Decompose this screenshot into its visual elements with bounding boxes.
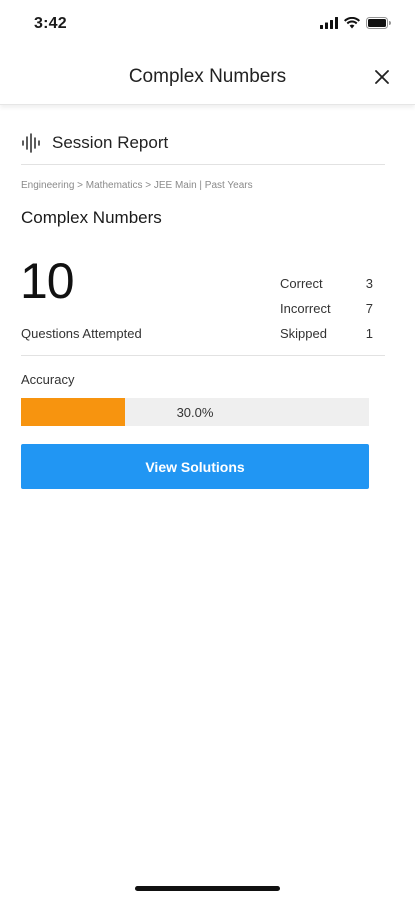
view-solutions-button[interactable]: View Solutions xyxy=(21,444,369,489)
stat-label: Skipped xyxy=(280,326,327,341)
stat-label: Incorrect xyxy=(280,301,331,316)
status-time: 3:42 xyxy=(34,15,67,32)
stat-row-skipped: Skipped 1 xyxy=(280,326,373,351)
divider xyxy=(21,355,385,356)
stat-value: 7 xyxy=(365,301,373,316)
session-report-title: Session Report xyxy=(52,133,169,152)
status-bar: 3:42 xyxy=(0,0,415,50)
audio-wave-icon xyxy=(22,133,40,153)
stats-list: Correct 3 Incorrect 7 Skipped 1 xyxy=(280,276,373,351)
battery-icon xyxy=(366,17,391,29)
wifi-icon xyxy=(344,17,360,29)
stat-value: 3 xyxy=(365,276,373,291)
page-title: Complex Numbers xyxy=(128,66,287,87)
accuracy-progress-bar: 30.0% xyxy=(21,398,369,426)
stat-label: Correct xyxy=(280,276,323,291)
close-button[interactable] xyxy=(371,66,393,88)
accuracy-value: 30.0% xyxy=(176,405,214,420)
status-icons xyxy=(320,17,391,29)
nav-bar: Complex Numbers xyxy=(0,50,415,105)
close-icon xyxy=(375,70,389,84)
session-report-header: Session Report xyxy=(21,128,385,165)
topic-title: Complex Numbers xyxy=(21,208,162,227)
questions-attempted-count: 10 xyxy=(20,253,75,309)
stat-value: 1 xyxy=(365,326,373,341)
questions-attempted-label: Questions Attempted xyxy=(21,326,142,341)
cellular-signal-icon xyxy=(320,17,338,29)
accuracy-label: Accuracy xyxy=(21,372,75,387)
stat-row-correct: Correct 3 xyxy=(280,276,373,301)
home-indicator xyxy=(135,886,280,891)
stat-row-incorrect: Incorrect 7 xyxy=(280,301,373,326)
breadcrumb: Engineering > Mathematics > JEE Main | P… xyxy=(21,180,253,191)
